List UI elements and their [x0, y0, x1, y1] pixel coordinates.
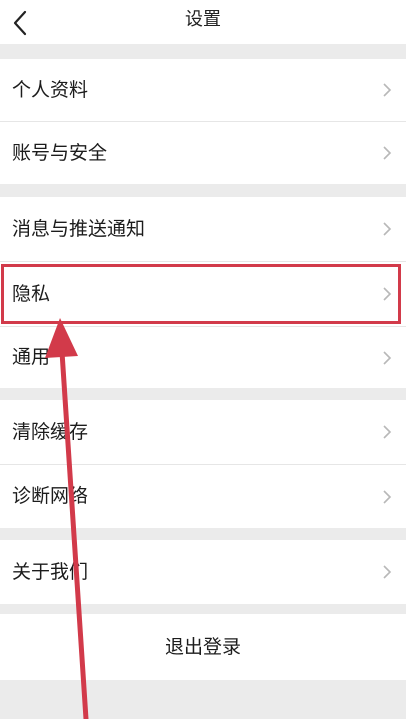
- settings-item-label: 清除缓存: [12, 421, 89, 443]
- chevron-right-icon: [383, 565, 392, 579]
- settings-item-label: 消息与推送通知: [12, 218, 146, 240]
- settings-item-network-diagnosis[interactable]: 诊断网络: [0, 465, 406, 528]
- settings-item-label: 账号与安全: [12, 142, 108, 164]
- page-title: 设置: [185, 9, 221, 30]
- settings-item-about-us[interactable]: 关于我们: [0, 540, 406, 604]
- settings-item-general[interactable]: 通用: [0, 327, 406, 388]
- settings-item-label: 隐私: [12, 283, 51, 305]
- settings-item-label: 通用: [12, 346, 51, 368]
- settings-item-label: 关于我们: [12, 561, 89, 583]
- logout-label: 退出登录: [164, 636, 241, 658]
- settings-item-notifications[interactable]: 消息与推送通知: [0, 197, 406, 261]
- header-bar: 设置: [0, 0, 406, 44]
- settings-item-profile[interactable]: 个人资料: [0, 59, 406, 121]
- chevron-right-icon: [383, 425, 392, 439]
- chevron-right-icon: [383, 83, 392, 97]
- settings-item-label: 个人资料: [12, 79, 89, 101]
- settings-item-privacy[interactable]: 隐私: [0, 262, 406, 326]
- chevron-right-icon: [383, 287, 392, 301]
- chevron-right-icon: [383, 489, 392, 504]
- chevron-right-icon: [383, 350, 392, 365]
- settings-item-clear-cache[interactable]: 清除缓存: [0, 400, 406, 464]
- logout-button[interactable]: 退出登录: [0, 614, 406, 680]
- settings-item-account-security[interactable]: 账号与安全: [0, 122, 406, 184]
- chevron-right-icon: [383, 146, 392, 160]
- settings-item-label: 诊断网络: [12, 485, 89, 507]
- chevron-right-icon: [383, 222, 392, 236]
